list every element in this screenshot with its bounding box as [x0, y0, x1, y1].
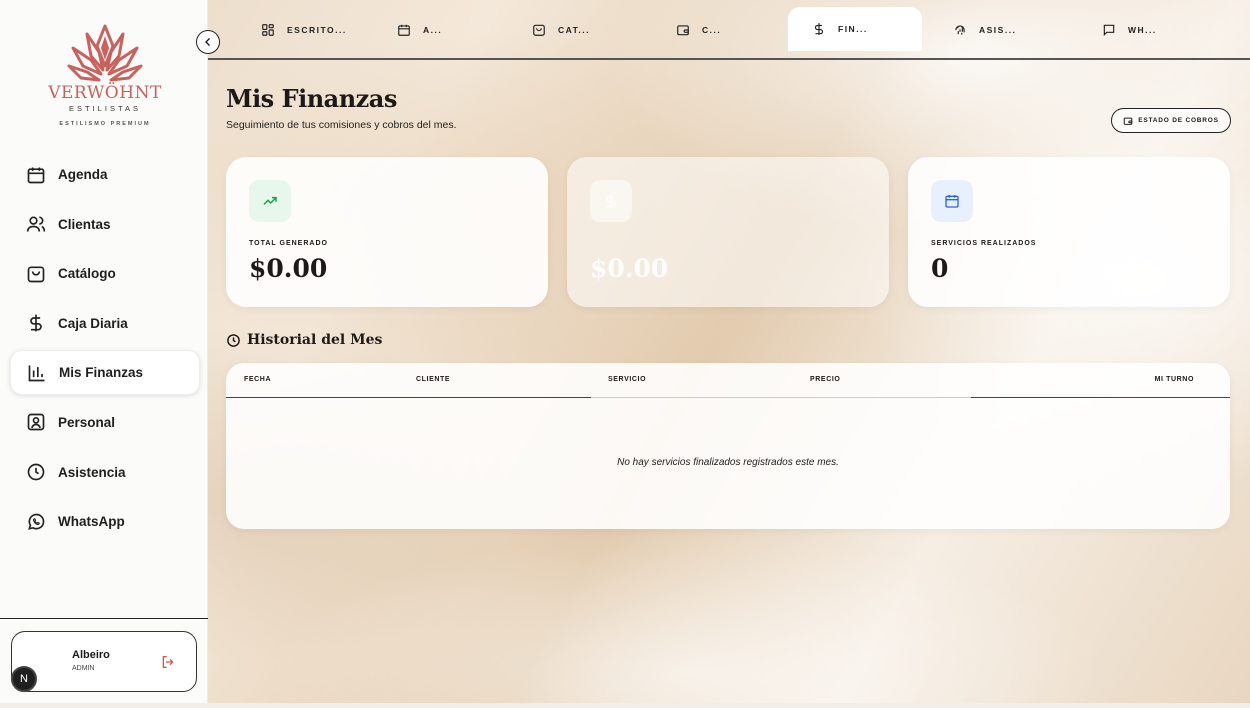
brand-logo: VERWÖHNT ESTILISTAS ESTILISMO PREMIUM	[40, 22, 170, 127]
card-value: 0	[931, 254, 949, 283]
grid-icon	[262, 24, 274, 36]
wallet-icon	[677, 25, 689, 36]
fingerprint-icon	[955, 25, 965, 35]
estado-de-cobros-button[interactable]: ESTADO DE COBROS	[1111, 108, 1231, 133]
sidebar-item-label: Clientas	[58, 216, 111, 232]
dollar-icon	[30, 314, 42, 332]
brand-tagline: ESTILISMO PREMIUM	[59, 121, 151, 127]
tab-label: ASIS...	[979, 25, 1017, 35]
page-title: Mis Finanzas	[226, 84, 397, 113]
dollar-icon	[606, 194, 616, 208]
sidebar-item-mis-finanzas[interactable]: Mis Finanzas	[10, 350, 200, 396]
card-label: SERVICIOS REALIZADOS	[931, 240, 1037, 247]
sidebar-item-whatsapp[interactable]: WhatsApp	[10, 499, 200, 544]
tab-asistencia[interactable]: ASIS...	[953, 18, 1016, 42]
header-separator	[591, 397, 971, 398]
sidebar: VERWÖHNT ESTILISTAS ESTILISMO PREMIUM Ag…	[0, 0, 208, 703]
page-subtitle: Seguimiento de tus comisiones y cobros d…	[226, 119, 457, 131]
avatar[interactable]: N	[11, 666, 37, 692]
card-value: $0.00	[590, 254, 669, 283]
tab-caja[interactable]: C...	[676, 18, 721, 42]
sidebar-item-caja-diaria[interactable]: Caja Diaria	[10, 301, 200, 346]
calendar-icon	[945, 195, 959, 208]
history-title: Historial del Mes	[226, 332, 382, 348]
sidebar-item-label: Mis Finanzas	[59, 365, 144, 381]
column-header-fecha: FECHA	[244, 376, 272, 383]
sidebar-item-agenda[interactable]: Agenda	[10, 152, 200, 197]
tab-agenda[interactable]: A...	[397, 18, 442, 42]
sidebar-divider	[0, 618, 208, 619]
card-icon-box	[249, 180, 291, 222]
column-header-precio: PRECIO	[810, 376, 841, 383]
clock-icon	[227, 333, 240, 347]
sidebar-nav: Agenda Clientas Catálogo Caja Diaria Mis…	[10, 152, 200, 549]
empty-state-message: No hay servicios finalizados registrados…	[617, 457, 839, 468]
status-button-label: ESTADO DE COBROS	[1138, 117, 1219, 124]
sidebar-item-catalogo[interactable]: Catálogo	[10, 251, 200, 296]
card-label: TOTAL GENERADO	[249, 240, 328, 247]
sidebar-item-label: Asistencia	[58, 464, 126, 480]
sidebar-item-clientas[interactable]: Clientas	[10, 202, 200, 247]
sidebar-item-label: Caja Diaria	[58, 315, 128, 331]
column-header-mi-turno: MI TURNO	[1154, 376, 1194, 383]
tab-escritorio[interactable]: ESCRITO...	[261, 18, 347, 42]
column-header-cliente: CLIENTE	[416, 376, 451, 383]
user-name: Albeiro	[72, 649, 110, 661]
dollar-icon	[814, 23, 824, 35]
table-header: FECHA CLIENTE SERVICIO PRECIO MI TURNO	[226, 363, 1230, 398]
tab-catalogo[interactable]: CAT...	[532, 18, 590, 42]
tab-label: WH...	[1128, 25, 1157, 35]
history-table: FECHA CLIENTE SERVICIO PRECIO MI TURNO N…	[226, 363, 1230, 529]
trending-up-icon	[263, 196, 277, 205]
stat-card-total-generado: TOTAL GENERADO $0.00	[226, 157, 548, 307]
users-icon	[26, 216, 46, 232]
chevron-left-icon	[205, 38, 210, 46]
calendar-icon	[27, 167, 45, 183]
tab-label: CAT...	[558, 25, 590, 35]
column-header-servicio: SERVICIO	[608, 376, 647, 383]
brand-subtitle: ESTILISTAS	[69, 104, 141, 113]
stat-card-comisiones: $0.00	[567, 157, 889, 307]
shopping-bag-icon	[27, 266, 45, 283]
card-value: $0.00	[249, 254, 328, 283]
sidebar-item-label: Catálogo	[58, 266, 116, 282]
history-title-text: Historial del Mes	[247, 332, 383, 348]
card-icon-box	[590, 180, 632, 222]
bottom-strip	[0, 703, 1250, 708]
sidebar-item-label: Agenda	[58, 167, 108, 182]
user-card[interactable]: Albeiro ADMIN	[11, 631, 197, 692]
tab-bar-divider	[208, 58, 1250, 60]
bar-chart-icon	[28, 365, 45, 382]
sidebar-item-label: WhatsApp	[58, 514, 125, 530]
brand-name: VERWÖHNT	[48, 83, 162, 103]
person-card-icon	[27, 414, 45, 431]
logout-icon[interactable]	[160, 654, 176, 670]
collapse-sidebar-button[interactable]	[196, 30, 220, 54]
card-icon-box	[931, 180, 973, 222]
message-icon	[1103, 24, 1115, 37]
tab-finanzas[interactable]: FIN...	[788, 7, 922, 51]
top-tab-bar: ESCRITO... A... CAT... C... FIN... ASIS.…	[208, 0, 1250, 60]
lotus-logo-icon	[67, 24, 143, 82]
tab-label: C...	[702, 25, 722, 35]
shopping-bag-icon	[533, 24, 545, 36]
clock-icon	[27, 463, 45, 481]
sidebar-item-label: Personal	[58, 414, 116, 430]
calendar-icon	[398, 24, 410, 36]
tab-whatsapp[interactable]: WH...	[1102, 18, 1157, 42]
sidebar-item-personal[interactable]: Personal	[10, 400, 200, 445]
stat-card-servicios-realizados: SERVICIOS REALIZADOS 0	[908, 157, 1230, 307]
user-role: ADMIN	[72, 665, 95, 672]
whatsapp-icon	[28, 513, 45, 530]
tab-label: FIN...	[838, 24, 868, 34]
sidebar-item-asistencia[interactable]: Asistencia	[10, 450, 200, 495]
tab-label: ESCRITO...	[287, 25, 347, 35]
tab-label: A...	[423, 25, 443, 35]
wallet-icon	[1123, 117, 1133, 125]
